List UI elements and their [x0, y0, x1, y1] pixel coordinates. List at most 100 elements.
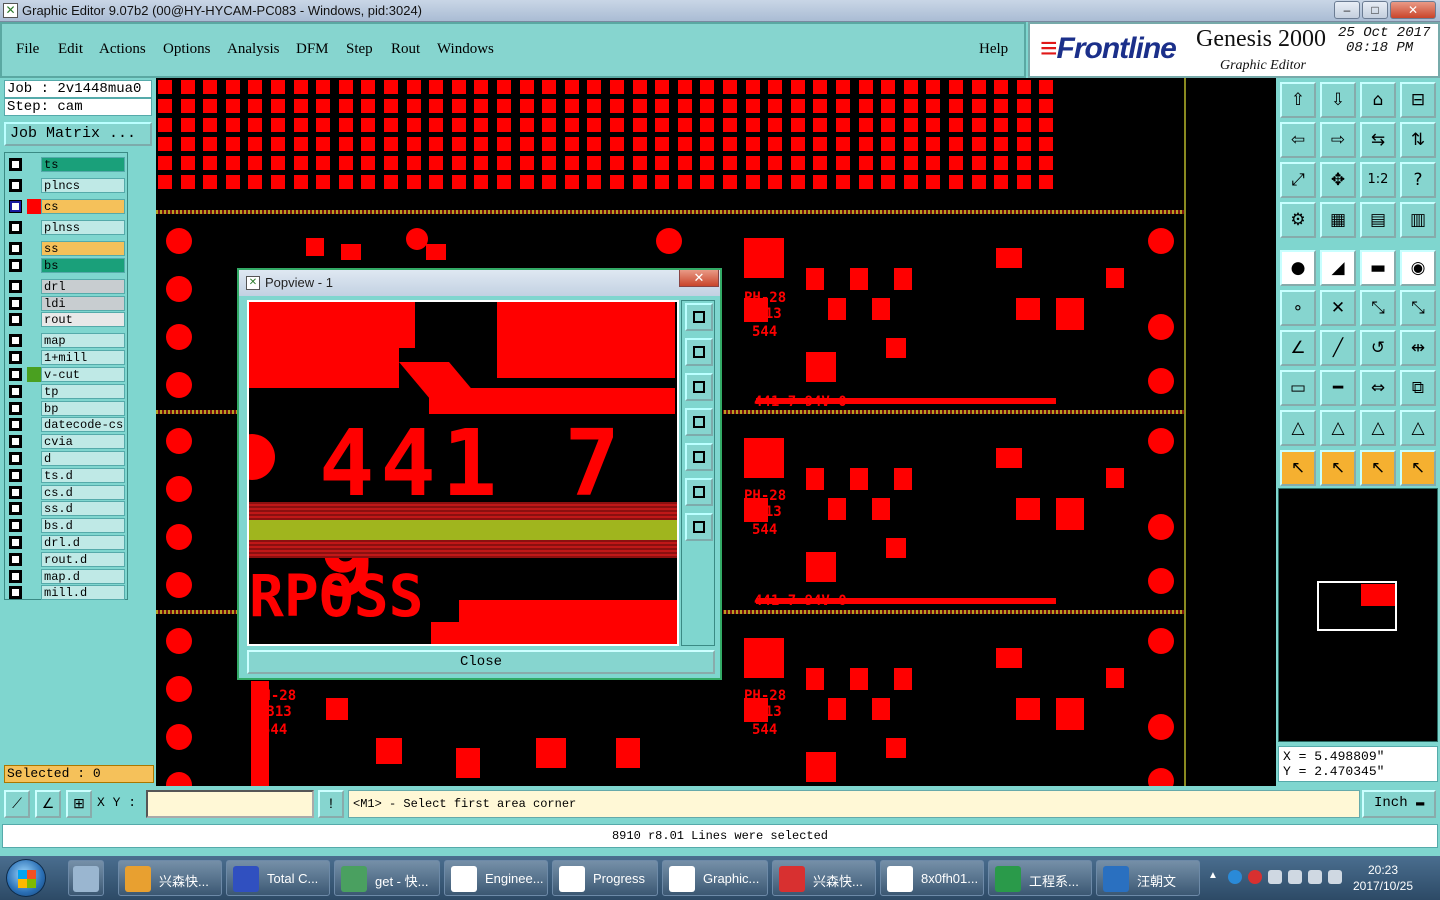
menu-step[interactable]: Step	[346, 41, 373, 58]
taskbar-task[interactable]: Graphic...	[662, 860, 768, 896]
taskbar-task[interactable]: 8x0fh01...	[880, 860, 984, 896]
move-tool-button[interactable]: ▭	[1280, 370, 1316, 406]
snap-mode-button[interactable]: ⟋	[4, 790, 30, 818]
layer-name[interactable]: ldi	[41, 295, 125, 311]
layer-row[interactable]: cs.d	[7, 484, 127, 500]
layer-name[interactable]: cs	[41, 199, 125, 214]
start-button[interactable]	[6, 859, 46, 897]
layer-checkbox[interactable]	[9, 296, 22, 310]
pointer-circle-tool-button[interactable]: ↖	[1360, 450, 1396, 486]
layer-checkbox[interactable]	[9, 179, 22, 192]
layer-checkbox[interactable]	[9, 368, 22, 381]
pan-left-tool-button[interactable]: ⇦	[1280, 122, 1316, 158]
menu-analysis[interactable]: Analysis	[227, 41, 280, 58]
rotate-tool-button[interactable]: ↺	[1360, 330, 1396, 366]
layer-checkbox[interactable]	[9, 351, 22, 365]
layers-alt-tool-button[interactable]: ▥	[1400, 202, 1436, 238]
layer-row[interactable]: bs	[7, 257, 127, 273]
layer-name[interactable]: drl.d	[41, 535, 125, 550]
layer-name[interactable]: tp	[41, 383, 125, 399]
tray-app-icon[interactable]	[1228, 870, 1242, 884]
layer-checkbox[interactable]	[9, 313, 22, 327]
layer-row[interactable]: rout.d	[7, 551, 127, 567]
fit-tool-button[interactable]: ⤢	[1280, 162, 1316, 198]
menu-file[interactable]: File	[16, 41, 39, 58]
close-button[interactable]: ✕	[1390, 1, 1436, 19]
layer-row[interactable]: cvia	[7, 434, 127, 450]
copy-tool-button[interactable]: ⧉	[1400, 370, 1436, 406]
unit-selector[interactable]: Inch ▬	[1362, 790, 1436, 818]
tray-flag-icon[interactable]	[1268, 870, 1282, 884]
taskbar-task[interactable]: Total C...	[226, 860, 330, 896]
layer-checkbox[interactable]	[9, 485, 22, 499]
layer-row[interactable]: cs	[7, 199, 127, 214]
job-matrix-button[interactable]: Job Matrix ...	[4, 122, 152, 146]
layer-checkbox[interactable]	[9, 536, 22, 549]
layer-row[interactable]: ts	[7, 157, 127, 172]
menu-windows[interactable]: Windows	[437, 41, 494, 58]
layer-row[interactable]: plncs	[7, 178, 127, 193]
angle-mode-button[interactable]: ∠	[35, 790, 61, 818]
zoom-down-tool-button[interactable]: ⇩	[1320, 82, 1356, 118]
popview-pan-up-button[interactable]	[685, 338, 713, 366]
layer-name[interactable]: drl	[41, 278, 125, 294]
layer-row[interactable]: tp	[7, 383, 127, 399]
layer-name[interactable]: datecode-cs	[41, 417, 125, 433]
tray-network-icon[interactable]	[1288, 870, 1302, 884]
layer-checkbox[interactable]	[9, 435, 22, 449]
triangle-edit-tool-button[interactable]: △	[1320, 410, 1356, 446]
popview-zoom-in-button[interactable]	[685, 478, 713, 506]
layer-name[interactable]: mill.d	[41, 585, 125, 601]
split-tool-button[interactable]: ━	[1320, 370, 1356, 406]
layer-name[interactable]: ts	[41, 157, 125, 172]
layers-red-tool-button[interactable]: ▤	[1360, 202, 1396, 238]
layer-name[interactable]: ts.d	[41, 467, 125, 483]
mirror-tool-button[interactable]: ⇆	[1360, 122, 1396, 158]
taskbar-task[interactable]: 兴森快...	[118, 860, 222, 896]
layer-row[interactable]: ts.d	[7, 467, 127, 483]
layer-name[interactable]: cvia	[41, 434, 125, 450]
layer-checkbox[interactable]	[9, 258, 22, 272]
taskbar-task[interactable]: Enginee...	[444, 860, 548, 896]
layer-row[interactable]: v-cut	[7, 367, 127, 382]
layer-row[interactable]: ldi	[7, 295, 127, 311]
menu-help[interactable]: Help	[979, 41, 1008, 58]
connect-tool-button[interactable]: ⤡	[1360, 290, 1396, 326]
layer-checkbox[interactable]	[9, 384, 22, 398]
connect-alt-tool-button[interactable]: ⤡	[1400, 290, 1436, 326]
layer-checkbox[interactable]	[9, 452, 22, 465]
layer-checkbox[interactable]	[9, 586, 22, 600]
layer-row[interactable]: bs.d	[7, 518, 127, 534]
layer-row[interactable]: bp	[7, 400, 127, 416]
taskbar-task[interactable]: get - 快...	[334, 860, 440, 896]
pan-right-tool-button[interactable]: ⇨	[1320, 122, 1356, 158]
ratio-tool-button[interactable]: 1:2	[1360, 162, 1396, 198]
layer-name[interactable]: bs.d	[41, 518, 125, 534]
layer-row[interactable]: drl.d	[7, 535, 127, 550]
menu-edit[interactable]: Edit	[58, 41, 83, 58]
layer-checkbox[interactable]	[9, 242, 22, 255]
triangle-move-tool-button[interactable]: △	[1360, 410, 1396, 446]
taskbar-task[interactable]: 汪朝文	[1096, 860, 1200, 896]
layer-name[interactable]: ss.d	[41, 501, 125, 517]
taskbar-task[interactable]: 兴森快...	[772, 860, 876, 896]
tray-volume-icon[interactable]	[1328, 870, 1342, 884]
align-tool-button[interactable]: ⇹	[1400, 330, 1436, 366]
layer-row[interactable]: mill.d	[7, 585, 127, 601]
layer-checkbox[interactable]	[9, 502, 22, 516]
layer-checkbox[interactable]	[9, 519, 22, 533]
layer-checkbox[interactable]	[9, 468, 22, 482]
minimize-button[interactable]: –	[1334, 1, 1360, 19]
select-point-tool-button[interactable]: ●	[1280, 250, 1316, 286]
scale-tool-button[interactable]: ⇔	[1360, 370, 1396, 406]
menu-options[interactable]: Options	[163, 41, 211, 58]
cross-tool-button[interactable]: ✕	[1320, 290, 1356, 326]
help-tool-button[interactable]: ?	[1400, 162, 1436, 198]
layer-row[interactable]: d	[7, 451, 127, 466]
pointer-tool-button[interactable]: ↖	[1280, 450, 1316, 486]
tray-expand-icon[interactable]: ▲	[1208, 870, 1222, 884]
tray-security-icon[interactable]	[1248, 870, 1262, 884]
menu-dfm[interactable]: DFM	[296, 41, 329, 58]
layer-row[interactable]: map	[7, 333, 127, 349]
taskbar-task[interactable]: 工程系...	[988, 860, 1092, 896]
